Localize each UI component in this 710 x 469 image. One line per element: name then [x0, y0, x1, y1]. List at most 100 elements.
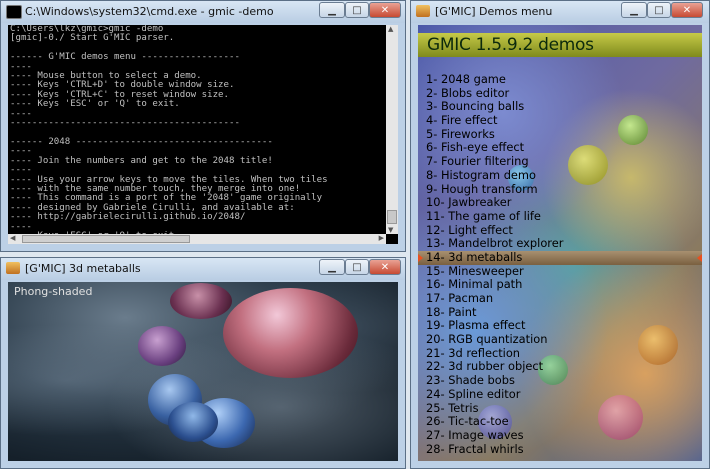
demo-menu-item[interactable]: 17- Pacman: [418, 291, 702, 306]
vertical-scroll-thumb[interactable]: [387, 210, 397, 224]
demo-menu-item-label: 25- Tetris: [426, 400, 479, 415]
minimize-icon: ▁: [328, 4, 336, 16]
scroll-left-icon[interactable]: ◀: [10, 234, 15, 242]
demo-menu-item-label: 10- Jawbreaker: [426, 195, 512, 210]
horizontal-scroll-thumb[interactable]: [22, 235, 190, 243]
selection-arrow-left-icon: [697, 253, 702, 262]
demo-menu-item[interactable]: 27- Image waves: [418, 427, 702, 443]
demo-menu-item[interactable]: 9- Hough transform: [418, 182, 702, 197]
demo-menu-item[interactable]: 21- 3d reflection: [418, 345, 702, 361]
demo-menu-item-label: 14- 3d metaballs: [426, 249, 523, 264]
demo-menu-item[interactable]: 25- Tetris: [418, 400, 702, 416]
close-icon: ✕: [682, 4, 692, 16]
demo-menu-item[interactable]: 11- The game of life: [418, 208, 702, 224]
demo-menu-item-label: 20- RGB quantization: [426, 332, 548, 347]
console-output: C:\Users\lkz\gmic>gmic -demo [gmic]-0./ S…: [10, 25, 384, 241]
demo-menu-item-label: 8- Histogram demo: [426, 167, 536, 182]
demo-menu-item[interactable]: 2- Blobs editor: [418, 85, 702, 101]
demo-menu-item[interactable]: 3- Bouncing balls: [418, 100, 702, 114]
demo-menu-item[interactable]: 13- Mandelbrot explorer: [418, 236, 702, 251]
demo-menu-item-label: 16- Minimal path: [426, 277, 523, 292]
close-icon: ✕: [380, 4, 390, 16]
demo-menu-item-label: 13- Mandelbrot explorer: [426, 236, 564, 251]
demo-menu-item[interactable]: 10- Jawbreaker: [418, 195, 702, 210]
close-button[interactable]: ✕: [671, 2, 703, 18]
gmic-app-icon: [416, 5, 430, 17]
console-line: ---- Keys 'ESC' or 'Q' to exit.: [10, 99, 180, 110]
demo-menu-item-label: 15- Minesweeper: [426, 263, 524, 278]
horizontal-scrollbar[interactable]: ◀ ▶: [8, 234, 386, 244]
maximize-icon: □: [352, 4, 362, 16]
demo-menu-item-label: 27- Image waves: [426, 427, 524, 442]
demos-header: GMIC 1.5.9.2 demos: [418, 33, 702, 57]
metaballs-title: [G'MIC] 3d metaballs: [25, 262, 141, 275]
demo-menu-item-label: 2- Blobs editor: [426, 85, 510, 100]
minimize-button[interactable]: ▁: [319, 259, 345, 275]
demo-menu-item-label: 11- The game of life: [426, 208, 541, 223]
metaballs-window: [G'MIC] 3d metaballs ▁ □ ✕ Phong-shaded: [0, 257, 406, 469]
scroll-up-icon[interactable]: ▲: [388, 25, 393, 33]
demo-menu-item-label: 18- Paint: [426, 304, 477, 319]
close-button[interactable]: ✕: [369, 2, 401, 18]
demo-menu-item-label: 17- Pacman: [426, 291, 494, 305]
demo-menu-item[interactable]: 24- Spline editor: [418, 386, 702, 402]
demo-menu-item-label: 23- Shade bobs: [426, 373, 515, 388]
demos-header-title: GMIC 1.5.9.2 demos: [427, 35, 594, 55]
demo-menu-item-label: 26- Tic-tac-toe: [426, 414, 509, 429]
console-area[interactable]: C:\Users\lkz\gmic>gmic -demo [gmic]-0./ S…: [8, 25, 398, 244]
console-line: ------ G'MIC demos menu ----------------…: [10, 52, 240, 63]
demo-menu-item[interactable]: 6- Fish-eye effect: [418, 141, 702, 155]
close-icon: ✕: [380, 261, 390, 273]
minimize-button[interactable]: ▁: [319, 2, 345, 18]
demos-list: 1- 2048 game 2- Blobs editor 3- Bouncing b…: [418, 72, 702, 457]
demo-menu-item-label: 12- Light effect: [426, 222, 513, 237]
demo-menu-item-label: 19- Plasma effect: [426, 318, 526, 333]
demo-menu-item[interactable]: 22- 3d rubber object: [418, 360, 702, 374]
demo-menu-item[interactable]: 7- Fourier filtering: [418, 154, 702, 169]
demo-menu-item[interactable]: 15- Minesweeper: [418, 263, 702, 279]
demo-menu-item-label: 24- Spline editor: [426, 386, 521, 401]
demo-menu-item[interactable]: 23- Shade bobs: [418, 373, 702, 388]
close-button[interactable]: ✕: [369, 259, 401, 275]
demo-menu-item[interactable]: 18- Paint: [418, 304, 702, 320]
demo-menu-item[interactable]: 14- 3d metaballs: [418, 249, 702, 265]
demos-titlebar[interactable]: [G'MIC] Demos menu ▁ □ ✕: [411, 1, 709, 23]
metaball: [168, 402, 218, 442]
demo-menu-item-label: 28- Fractal whirls: [426, 441, 524, 456]
demos-title: [G'MIC] Demos menu: [435, 5, 553, 18]
scroll-right-icon[interactable]: ▶: [379, 234, 384, 242]
demo-menu-item[interactable]: 19- Plasma effect: [418, 319, 702, 333]
demos-menu-window: [G'MIC] Demos menu ▁ □ ✕ GMIC 1.5.9.2 de…: [410, 0, 710, 469]
console-line: ---- http://gabrielecirulli.github.io/20…: [10, 212, 246, 223]
cmd-titlebar[interactable]: C:\Windows\system32\cmd.exe - gmic -demo…: [1, 1, 405, 23]
demo-menu-item-label: 22- 3d rubber object: [426, 359, 544, 374]
metaballs-titlebar[interactable]: [G'MIC] 3d metaballs ▁ □ ✕: [1, 258, 405, 280]
demo-menu-item[interactable]: 5- Fireworks: [418, 127, 702, 142]
cmd-title: C:\Windows\system32\cmd.exe - gmic -demo: [25, 5, 274, 18]
scroll-down-icon[interactable]: ▼: [388, 226, 393, 234]
demo-menu-item[interactable]: 16- Minimal path: [418, 277, 702, 292]
metaballs-canvas[interactable]: Phong-shaded: [8, 282, 398, 461]
minimize-button[interactable]: ▁: [621, 2, 647, 18]
gmic-app-icon: [6, 262, 20, 274]
demo-menu-item-label: 6- Fish-eye effect: [426, 140, 525, 155]
demo-menu-item[interactable]: 8- Histogram demo: [418, 167, 702, 183]
demo-menu-item[interactable]: 1- 2048 game: [418, 72, 702, 87]
demo-menu-item[interactable]: 28- Fractal whirls: [418, 441, 702, 457]
demo-menu-item[interactable]: 20- RGB quantization: [418, 332, 702, 347]
selection-arrow-right-icon: [418, 253, 423, 262]
demo-menu-item-label: 1- 2048 game: [426, 72, 506, 86]
maximize-button[interactable]: □: [345, 259, 369, 275]
maximize-button[interactable]: □: [647, 2, 671, 18]
demo-menu-item[interactable]: 26- Tic-tac-toe: [418, 414, 702, 429]
cmd-window: C:\Windows\system32\cmd.exe - gmic -demo…: [0, 0, 406, 252]
demo-menu-item[interactable]: 4- Fire effect: [418, 113, 702, 128]
minimize-icon: ▁: [630, 4, 638, 16]
vertical-scrollbar[interactable]: ▲ ▼: [386, 25, 398, 234]
console-line: [gmic]-0./ Start G'MIC parser.: [10, 33, 175, 44]
demo-menu-item-label: 3- Bouncing balls: [426, 99, 525, 114]
demo-menu-item-label: 21- 3d reflection: [426, 345, 521, 360]
demo-menu-item[interactable]: 12- Light effect: [418, 222, 702, 238]
console-line: ---- Join the numbers and get to the 204…: [10, 155, 273, 166]
maximize-button[interactable]: □: [345, 2, 369, 18]
